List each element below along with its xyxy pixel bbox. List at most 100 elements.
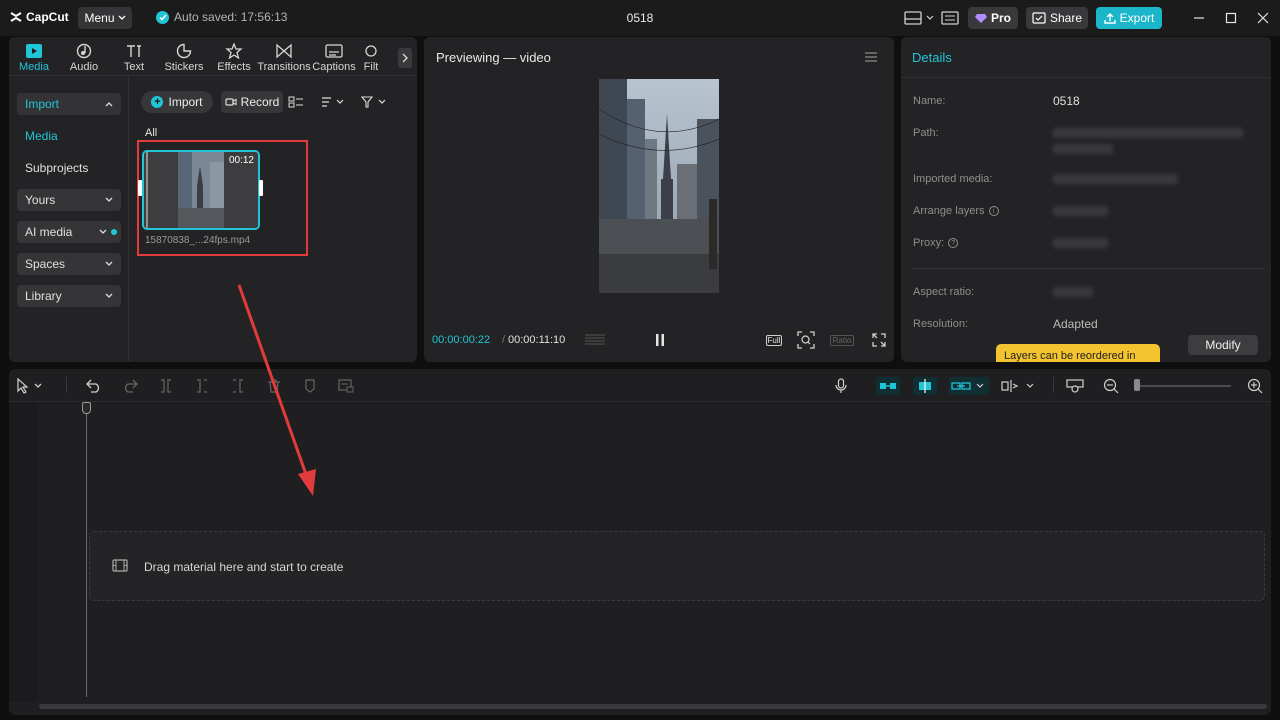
proxy-text: Proxy:: [913, 237, 945, 249]
preview-menu-icon[interactable]: [864, 51, 878, 66]
tab-stickers[interactable]: Stickers: [159, 37, 209, 75]
tab-filters[interactable]: Filt: [359, 37, 383, 75]
close-icon[interactable]: [1254, 9, 1272, 27]
timeline-horizontal-scrollbar[interactable]: [39, 704, 1267, 709]
marker-icon[interactable]: [300, 377, 320, 395]
auto-reframe-icon[interactable]: [336, 377, 356, 395]
redo-icon[interactable]: [120, 377, 140, 395]
menu-button[interactable]: Menu: [78, 7, 132, 29]
import-button[interactable]: + Import: [141, 91, 213, 113]
pro-button[interactable]: Pro: [968, 7, 1018, 29]
sidebar-item-import[interactable]: Import: [17, 93, 121, 115]
keyboard-icon[interactable]: [940, 8, 960, 28]
zoom-slider-track[interactable]: [1139, 385, 1231, 387]
share-label: Share: [1049, 11, 1083, 25]
split-right-icon[interactable]: [228, 377, 248, 395]
tab-label: Media: [19, 61, 49, 73]
share-button[interactable]: Share: [1026, 7, 1088, 29]
sidebar-item-library[interactable]: Library: [17, 285, 121, 307]
sidebar-item-yours[interactable]: Yours: [17, 189, 121, 211]
chevron-up-icon: [105, 102, 113, 107]
sort-icon[interactable]: [321, 94, 345, 110]
audio-icon: [76, 43, 92, 59]
diamond-icon: [974, 14, 987, 23]
maximize-icon[interactable]: [1222, 9, 1240, 27]
clip-left-handle[interactable]: [138, 180, 142, 196]
media-clip-thumbnail[interactable]: 00:12: [142, 150, 260, 230]
zoom-fit-icon[interactable]: [796, 331, 816, 349]
sidebar-item-label: Library: [25, 289, 62, 303]
divider: [1053, 377, 1054, 393]
divider: [9, 401, 1271, 402]
aspect-ratio-label: Aspect ratio:: [913, 286, 975, 298]
tab-label: Transitions: [257, 61, 311, 73]
main-track-magnet-icon[interactable]: [876, 377, 900, 395]
tab-label: Effects: [217, 61, 251, 73]
imported-media-value-blurred: [1053, 174, 1178, 184]
zoom-slider-handle[interactable]: [1134, 379, 1140, 391]
select-tool-icon[interactable]: [15, 377, 45, 395]
split-left-icon[interactable]: [192, 377, 212, 395]
sidebar-item-label: Spaces: [25, 257, 66, 271]
linkage-icon[interactable]: [949, 377, 989, 395]
grid-view-icon[interactable]: [288, 94, 304, 110]
menu-label: Menu: [84, 11, 115, 25]
timeline-panel: Drag material here and start to create: [9, 369, 1271, 715]
tab-media[interactable]: Media: [9, 37, 59, 75]
modify-button[interactable]: Modify: [1188, 335, 1258, 355]
chevron-right-icon: [402, 53, 408, 63]
sidebar-item-spaces[interactable]: Spaces: [17, 253, 121, 275]
sidebar-item-label: Yours: [25, 193, 56, 207]
media-tabs: Media Audio Text Stickers Effects Transi…: [9, 37, 417, 75]
info-icon[interactable]: i: [988, 206, 999, 216]
zoom-out-icon[interactable]: [1101, 377, 1121, 395]
tab-audio[interactable]: Audio: [59, 37, 109, 75]
tab-captions[interactable]: Captions: [309, 37, 359, 75]
microphone-icon[interactable]: [831, 377, 851, 395]
playhead-handle[interactable]: [82, 402, 91, 414]
sidebar-item-media[interactable]: Media: [17, 125, 121, 147]
preview-video-frame[interactable]: [599, 79, 719, 293]
timeline-drop-zone[interactable]: Drag material here and start to create: [89, 531, 1265, 601]
minimize-icon[interactable]: [1190, 9, 1208, 27]
undo-icon[interactable]: [84, 377, 104, 395]
pause-icon[interactable]: [650, 331, 670, 349]
export-label: Export: [1119, 11, 1155, 25]
info-icon[interactable]: ?: [948, 238, 959, 248]
filter-icon[interactable]: [361, 94, 387, 110]
logo-text: CapCut: [26, 10, 69, 24]
split-icon[interactable]: [156, 377, 176, 395]
video-frame-image: [599, 79, 719, 293]
details-title: Details: [912, 50, 952, 65]
resolution-value: Adapted: [1053, 317, 1098, 331]
zoom-in-icon[interactable]: [1245, 377, 1265, 395]
media-side-nav: Import Media Subprojects Yours AI media …: [9, 76, 129, 362]
zoom-to-fit-icon[interactable]: [1065, 377, 1085, 395]
path-value-blurred: [1053, 128, 1243, 138]
new-indicator-dot: [111, 229, 117, 235]
full-quality-icon[interactable]: Full: [764, 331, 784, 349]
tab-text[interactable]: Text: [109, 37, 159, 75]
sidebar-item-ai-media[interactable]: AI media: [17, 221, 121, 243]
fullscreen-icon[interactable]: [870, 331, 888, 349]
transitions-icon: [276, 43, 292, 59]
tab-effects[interactable]: Effects: [209, 37, 259, 75]
tab-transitions[interactable]: Transitions: [257, 37, 311, 75]
auto-snapping-icon[interactable]: [913, 377, 937, 395]
waveform-icon[interactable]: [584, 331, 606, 349]
tabs-scroll-right-button[interactable]: [398, 48, 412, 68]
preview-title: Previewing — video: [436, 50, 551, 65]
text-icon: [127, 45, 141, 57]
preview-axis-icon[interactable]: [999, 377, 1039, 395]
layout-icon[interactable]: [901, 8, 937, 28]
capcut-logo-icon: [10, 12, 22, 22]
sidebar-item-subprojects[interactable]: Subprojects: [17, 157, 121, 179]
track-header-column: [9, 402, 37, 702]
playhead-line[interactable]: [86, 411, 87, 697]
clip-right-handle[interactable]: [259, 180, 263, 196]
ratio-button[interactable]: Ratio: [828, 331, 856, 349]
record-button[interactable]: Record: [221, 91, 283, 113]
delete-icon[interactable]: [264, 377, 284, 395]
export-button[interactable]: Export: [1096, 7, 1162, 29]
media-panel: Media Audio Text Stickers Effects Transi…: [9, 37, 417, 362]
